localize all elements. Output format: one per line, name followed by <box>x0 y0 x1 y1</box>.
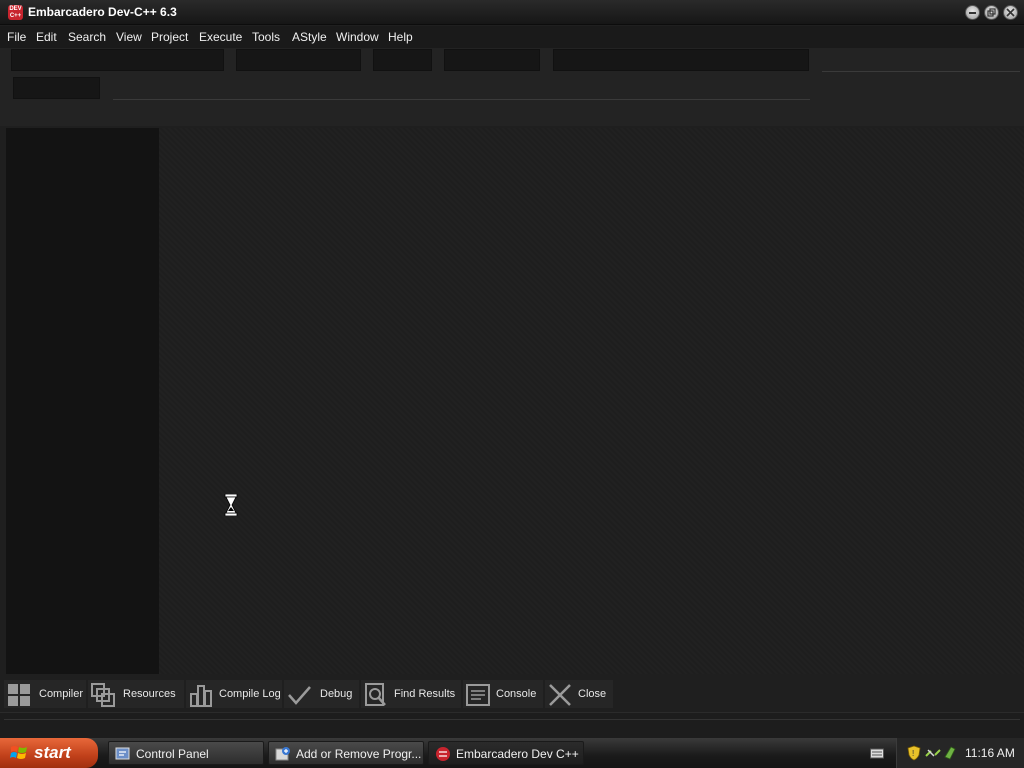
menu-file[interactable]: File <box>7 30 26 44</box>
network-icon[interactable] <box>925 746 941 760</box>
menu-edit[interactable]: Edit <box>36 30 57 44</box>
restore-icon <box>987 8 996 17</box>
tab-close[interactable]: Close <box>545 680 613 708</box>
task-devcpp[interactable]: Embarcadero Dev C++ <box>428 741 584 765</box>
toolbar-compile[interactable] <box>444 49 540 71</box>
close-window-button[interactable] <box>1003 5 1018 20</box>
tab-console[interactable]: Console <box>463 680 543 708</box>
toolbar-edit[interactable] <box>236 49 361 71</box>
menu-astyle[interactable]: AStyle <box>292 30 327 44</box>
start-button[interactable]: start <box>0 738 98 768</box>
status-bar <box>0 712 1024 738</box>
resources-icon <box>91 683 115 707</box>
add-remove-programs-icon <box>275 747 290 761</box>
menu-tools[interactable]: Tools <box>252 30 280 44</box>
status-divider <box>4 719 1020 720</box>
tab-compile-log[interactable]: Compile Log <box>186 680 282 708</box>
taskbar-clock[interactable]: 11:16 AM <box>965 746 1015 760</box>
tab-debug[interactable]: Debug <box>284 680 359 708</box>
hourglass-cursor-icon <box>224 494 238 516</box>
control-panel-icon <box>115 747 130 760</box>
project-browser-panel[interactable] <box>6 128 159 674</box>
title-bar: DEV C++ Embarcadero Dev-C++ 6.3 <box>0 0 1024 25</box>
windows-flag-icon <box>10 746 27 759</box>
tab-compiler[interactable]: Compiler <box>4 680 86 708</box>
menu-project[interactable]: Project <box>151 30 188 44</box>
tab-console-label: Console <box>496 688 537 700</box>
keyboard-icon[interactable] <box>870 747 884 759</box>
toolbar-search[interactable] <box>373 49 432 71</box>
svg-text:!: ! <box>912 749 914 758</box>
toolbar-main[interactable] <box>11 49 224 71</box>
toolbar-project[interactable] <box>553 49 809 71</box>
tab-compile-log-label: Compile Log <box>219 688 281 700</box>
close-icon <box>1006 8 1015 17</box>
tab-compiler-label: Compiler <box>39 688 84 700</box>
toolbar-area <box>0 48 1024 126</box>
editor-area[interactable] <box>159 128 1024 674</box>
task-devcpp-label: Embarcadero Dev C++ <box>456 747 579 761</box>
toolbar-specials[interactable] <box>13 77 100 99</box>
menu-execute[interactable]: Execute <box>199 30 242 44</box>
checkmark-icon <box>288 686 311 705</box>
toolbar-divider <box>822 71 1020 72</box>
window-title: Embarcadero Dev-C++ 6.3 <box>28 5 177 19</box>
task-add-remove-programs-label: Add or Remove Progr... <box>296 747 422 761</box>
menu-view[interactable]: View <box>116 30 142 44</box>
safely-remove-hardware-icon[interactable] <box>943 745 957 761</box>
magnifier-page-icon <box>365 683 386 706</box>
tab-debug-label: Debug <box>320 688 353 700</box>
minimize-button[interactable] <box>965 5 980 20</box>
menu-search[interactable]: Search <box>68 30 106 44</box>
console-icon <box>466 684 490 706</box>
task-control-panel[interactable]: Control Panel <box>108 741 264 765</box>
bottom-panel-tabs: Compiler Resources Compile Log Debug Fin… <box>4 680 1024 708</box>
tab-close-label: Close <box>578 688 607 700</box>
security-shield-icon[interactable]: ! <box>907 745 921 761</box>
tab-find-results-label: Find Results <box>394 688 456 700</box>
close-x-icon <box>549 684 571 706</box>
tab-resources[interactable]: Resources <box>88 680 184 708</box>
bar-chart-icon <box>190 685 212 707</box>
menu-window[interactable]: Window <box>336 30 379 44</box>
tab-resources-label: Resources <box>123 688 176 700</box>
restore-button[interactable] <box>984 5 999 20</box>
task-control-panel-label: Control Panel <box>136 747 209 761</box>
start-label: start <box>34 743 71 762</box>
task-add-remove-programs[interactable]: Add or Remove Progr... <box>268 741 424 765</box>
devcpp-icon <box>436 747 450 761</box>
menu-bar: File Edit Search View Project Execute To… <box>0 26 1024 48</box>
menu-help[interactable]: Help <box>388 30 413 44</box>
tab-find-results[interactable]: Find Results <box>361 680 461 708</box>
taskbar: start Control Panel Add or Remove Progr.… <box>0 738 1024 768</box>
grid-icon <box>8 684 30 706</box>
toolbar-divider-lower <box>113 99 810 100</box>
minimize-icon <box>969 12 976 14</box>
devcpp-app-icon[interactable]: DEV C++ <box>8 5 23 20</box>
